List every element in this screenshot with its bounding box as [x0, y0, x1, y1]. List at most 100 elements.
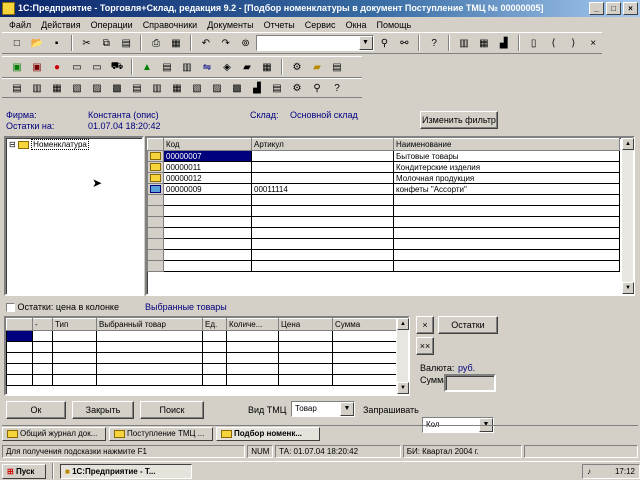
- scroll-down-icon[interactable]: ▼: [622, 282, 634, 294]
- rest-button[interactable]: Остатки: [438, 316, 498, 334]
- expand-icon[interactable]: ⊟: [9, 140, 16, 149]
- scroll-up-icon[interactable]: ▲: [622, 138, 634, 150]
- chart-icon[interactable]: ▟: [495, 34, 513, 52]
- col-header-unit[interactable]: Ед.: [202, 318, 227, 331]
- vertical-scrollbar[interactable]: ▲ ▼: [396, 318, 409, 394]
- show-rest-checkbox[interactable]: [6, 303, 15, 313]
- paste-icon[interactable]: ▤: [117, 34, 135, 52]
- cell-name[interactable]: Бытовые товары: [393, 150, 620, 162]
- col-header-price[interactable]: Цена: [278, 318, 333, 331]
- vertical-scrollbar[interactable]: ▲ ▼: [621, 138, 634, 294]
- journal-icon[interactable]: ▣: [28, 58, 46, 76]
- cart-icon[interactable]: ⛟: [108, 58, 126, 76]
- search-combo[interactable]: ▼: [256, 35, 374, 51]
- cell-code[interactable]: 00000012: [163, 172, 252, 184]
- col-header-type[interactable]: Тип: [52, 318, 97, 331]
- invoice-icon[interactable]: ▭: [68, 58, 86, 76]
- cell-article[interactable]: [251, 172, 394, 184]
- chevron-down-icon[interactable]: ▼: [340, 402, 354, 416]
- close-icon[interactable]: ×: [584, 34, 602, 52]
- report-money-icon[interactable]: ▧: [68, 79, 86, 97]
- report-tax-icon[interactable]: ▨: [208, 79, 226, 97]
- book-icon[interactable]: ▯: [525, 34, 543, 52]
- col-header-sum[interactable]: Сумма: [332, 318, 397, 331]
- col-header-quantity[interactable]: Количе...: [226, 318, 279, 331]
- find-icon[interactable]: ⊚: [237, 34, 255, 52]
- menu-catalogs[interactable]: Справочники: [138, 20, 203, 30]
- cell-code[interactable]: 00000007: [163, 150, 252, 162]
- table-row[interactable]: [6, 352, 397, 364]
- table-row[interactable]: [6, 330, 397, 342]
- table-row[interactable]: 00000011 Кондитерские изделия: [147, 161, 620, 173]
- move-icon[interactable]: ⇋: [198, 58, 216, 76]
- report-graph-icon[interactable]: ▟: [248, 79, 266, 97]
- cell-name[interactable]: Молочная продукция: [393, 172, 620, 184]
- maximize-button[interactable]: □: [606, 2, 621, 15]
- save-icon[interactable]: ▪: [48, 34, 66, 52]
- folder-icon[interactable]: ▰: [308, 58, 326, 76]
- cell-code[interactable]: 00000011: [163, 161, 252, 173]
- close-window-button[interactable]: ×: [623, 2, 638, 15]
- record-icon[interactable]: ●: [48, 58, 66, 76]
- tab-general-journal[interactable]: Общий журнал док...: [2, 427, 106, 441]
- report-stock-icon[interactable]: ▥: [28, 79, 46, 97]
- report-bank-icon[interactable]: ▧: [188, 79, 206, 97]
- report-clients-icon[interactable]: ▥: [148, 79, 166, 97]
- table-row[interactable]: [147, 227, 620, 239]
- report-settings-icon[interactable]: ⚙: [288, 79, 306, 97]
- preview-icon[interactable]: ▦: [167, 34, 185, 52]
- tree-root-node[interactable]: ⊟ Номенклатура: [6, 138, 142, 151]
- start-button[interactable]: ⊞ Пуск: [2, 463, 46, 479]
- print-icon[interactable]: ⎙: [147, 34, 165, 52]
- table-row[interactable]: 00000007 Бытовые товары: [147, 150, 620, 162]
- minimize-button[interactable]: _: [589, 2, 604, 15]
- operations-icon[interactable]: ⚙: [288, 58, 306, 76]
- report-moves-icon[interactable]: ▦: [48, 79, 66, 97]
- table-row[interactable]: [147, 249, 620, 261]
- col-header-article[interactable]: Артикул: [251, 138, 394, 151]
- undo-icon[interactable]: ↶: [197, 34, 215, 52]
- next-icon[interactable]: ⟩: [564, 34, 582, 52]
- table-row[interactable]: [6, 363, 397, 375]
- table-row[interactable]: [147, 216, 620, 228]
- report-cash-icon[interactable]: ▦: [168, 79, 186, 97]
- price-icon[interactable]: ◈: [218, 58, 236, 76]
- search-button[interactable]: Поиск: [140, 401, 204, 419]
- col-header-code[interactable]: Код: [163, 138, 252, 151]
- chevron-down-icon[interactable]: ▼: [358, 36, 373, 50]
- scroll-up-icon[interactable]: ▲: [397, 318, 409, 330]
- redo-icon[interactable]: ↷: [217, 34, 235, 52]
- cell-article[interactable]: [251, 161, 394, 173]
- table-row[interactable]: 00000012 Молочная продукция: [147, 172, 620, 184]
- report-debt-icon[interactable]: ▨: [88, 79, 106, 97]
- catalog-tree[interactable]: ⊟ Номенклатура: [4, 136, 144, 296]
- report-icon[interactable]: ▤: [328, 58, 346, 76]
- report-help-icon[interactable]: ?: [328, 79, 346, 97]
- document-icon[interactable]: ▣: [8, 58, 26, 76]
- ok-button[interactable]: Ок: [6, 401, 66, 419]
- show-rest-option[interactable]: Остатки: цена в колонке: [6, 302, 119, 313]
- report-sales-icon[interactable]: ▤: [8, 79, 26, 97]
- scroll-down-icon[interactable]: ▼: [397, 382, 409, 394]
- volume-icon[interactable]: ♪: [587, 465, 591, 478]
- change-filter-button[interactable]: Изменить фильтр: [420, 111, 498, 129]
- close-button[interactable]: Закрыть: [72, 401, 134, 419]
- col-header-minus[interactable]: -: [32, 318, 53, 331]
- remove-button[interactable]: ×: [416, 316, 434, 334]
- menu-windows[interactable]: Окна: [341, 20, 372, 30]
- goods-type-select[interactable]: Товар ▼: [291, 401, 355, 417]
- selected-grid[interactable]: - Тип Выбранный товар Ед. Количе... Цена…: [4, 316, 410, 396]
- replace-icon[interactable]: ⚯: [395, 34, 413, 52]
- table-row[interactable]: [147, 194, 620, 206]
- menu-help[interactable]: Помощь: [371, 20, 416, 30]
- tab-selection[interactable]: Подбор номенк...: [216, 427, 320, 441]
- cell-code[interactable]: 00000009: [163, 183, 252, 195]
- menu-actions[interactable]: Действия: [36, 20, 85, 30]
- store-icon[interactable]: ▥: [178, 58, 196, 76]
- menu-operations[interactable]: Операции: [86, 20, 138, 30]
- taskbar-app-button[interactable]: ■ 1С:Предприятие - Т...: [60, 463, 192, 479]
- cell-article[interactable]: 00011114: [251, 183, 394, 195]
- prev-icon[interactable]: ⟨: [545, 34, 563, 52]
- catalog-grid[interactable]: Код Артикул Наименование 00000007 Бытовы…: [145, 136, 635, 296]
- table-row[interactable]: [147, 238, 620, 250]
